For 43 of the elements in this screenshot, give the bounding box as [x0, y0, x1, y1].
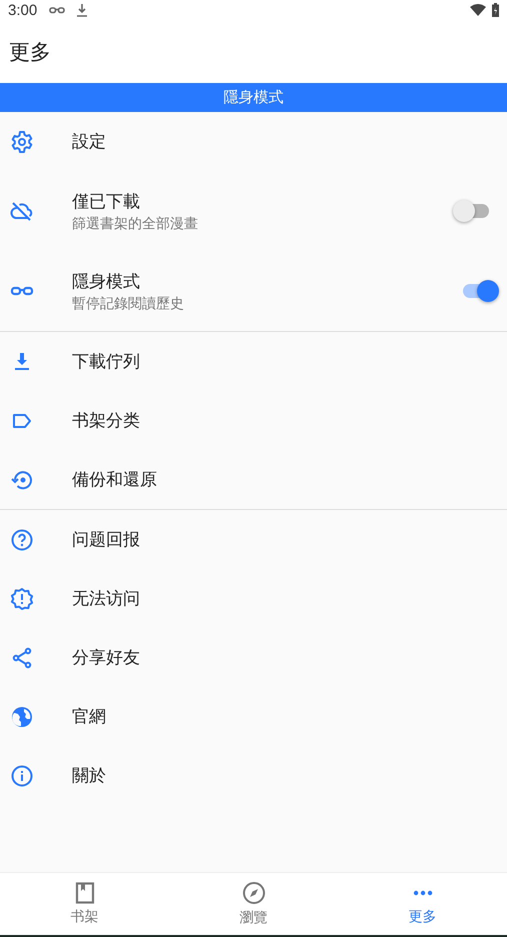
help-icon — [10, 528, 34, 552]
menu-item[interactable]: 官網 — [0, 687, 507, 746]
menu-item-label: 關於 — [72, 765, 107, 787]
wifi-icon — [470, 4, 486, 16]
menu-item-label: 无法访问 — [72, 588, 141, 610]
status-time: 3:00 — [8, 2, 38, 18]
incognito-banner: 隱身模式 — [0, 83, 507, 112]
globe-icon — [10, 704, 34, 728]
menu-item-label: 備份和還原 — [72, 469, 158, 491]
alert-icon — [10, 586, 34, 610]
nav-tab[interactable]: 更多 — [338, 873, 507, 935]
menu-item[interactable]: 无法访问 — [0, 569, 507, 628]
nav-tab[interactable]: 瀏覽 — [169, 873, 338, 935]
menu-item[interactable]: 僅已下載 篩選書架的全部漫畫 — [0, 171, 507, 251]
menu-item[interactable]: 設定 — [0, 112, 507, 171]
download-icon — [77, 4, 88, 16]
book-icon — [74, 882, 94, 904]
menu-item-subtitle: 篩選書架的全部漫畫 — [72, 214, 199, 232]
menu-item[interactable]: 下載佇列 — [0, 332, 507, 391]
compass-icon — [242, 881, 266, 905]
share-icon — [10, 646, 34, 670]
nav-tab[interactable]: 书架 — [0, 873, 169, 935]
menu-item-label: 官網 — [72, 706, 107, 728]
page-title: 更多 — [9, 40, 51, 66]
menu-item[interactable]: 书架分类 — [0, 391, 507, 450]
menu-item-label: 问题回报 — [72, 529, 141, 551]
more-icon — [412, 890, 432, 896]
menu-item-label: 下載佇列 — [72, 351, 141, 373]
info-icon — [10, 764, 34, 788]
menu-item-label: 隱身模式 — [72, 270, 141, 292]
menu-item[interactable]: 關於 — [0, 746, 507, 805]
menu-item-label: 僅已下載 — [72, 190, 141, 212]
menu-item[interactable]: 问题回报 — [0, 510, 507, 569]
glasses-icon — [49, 6, 66, 14]
battery-icon — [492, 3, 499, 17]
gear-icon — [10, 130, 34, 154]
menu-item[interactable]: 隱身模式 暫停記錄閱讀歷史 — [0, 251, 507, 331]
menu-item-label: 书架分类 — [72, 410, 141, 432]
menu-item[interactable]: 備份和還原 — [0, 450, 507, 509]
menu-item[interactable]: 分享好友 — [0, 628, 507, 687]
menu-item-label: 分享好友 — [72, 647, 141, 669]
menu-item-subtitle: 暫停記錄閱讀歷史 — [72, 294, 185, 312]
menu-item-label: 設定 — [72, 131, 107, 153]
